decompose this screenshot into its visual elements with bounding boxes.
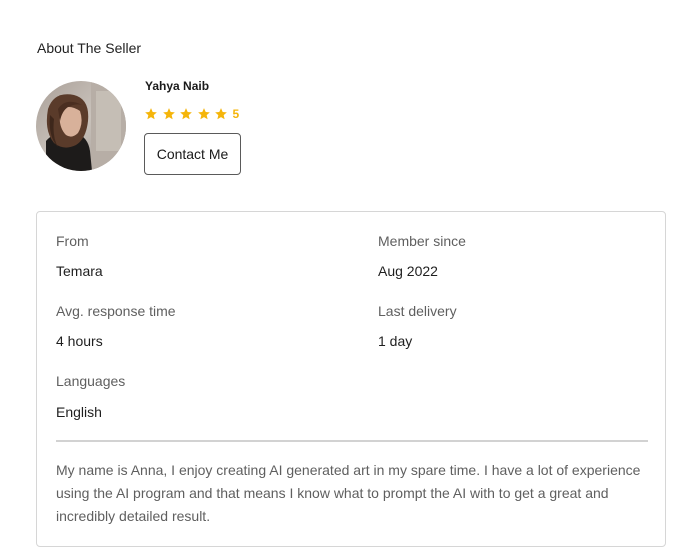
last-delivery-value: 1 day bbox=[378, 333, 413, 349]
avatar[interactable] bbox=[36, 81, 126, 171]
divider bbox=[56, 440, 648, 442]
rating: 5 bbox=[144, 105, 239, 123]
seller-bio: My name is Anna, I enjoy creating AI gen… bbox=[56, 462, 641, 524]
seller-name[interactable]: Yahya Naib bbox=[145, 79, 209, 93]
star-icon bbox=[145, 108, 157, 120]
star-icon bbox=[197, 108, 210, 120]
contact-me-button[interactable]: Contact Me bbox=[144, 133, 241, 175]
languages-label: Languages bbox=[56, 373, 126, 389]
member-since-label: Member since bbox=[378, 233, 466, 249]
languages-value: English bbox=[56, 404, 102, 420]
from-value: Temara bbox=[56, 263, 103, 279]
response-time-value: 4 hours bbox=[56, 333, 103, 349]
seller-info-card: From Temara Member since Aug 2022 Avg. r… bbox=[36, 211, 666, 547]
response-time-label: Avg. response time bbox=[56, 303, 176, 319]
avatar-image bbox=[36, 81, 126, 171]
star-icon bbox=[215, 108, 227, 120]
member-since-value: Aug 2022 bbox=[378, 263, 438, 279]
section-title: About The Seller bbox=[37, 40, 142, 56]
star-icon bbox=[162, 108, 175, 120]
last-delivery-label: Last delivery bbox=[378, 303, 457, 319]
star-icon bbox=[180, 108, 192, 120]
rating-value: 5 bbox=[232, 107, 240, 121]
from-label: From bbox=[56, 233, 89, 249]
